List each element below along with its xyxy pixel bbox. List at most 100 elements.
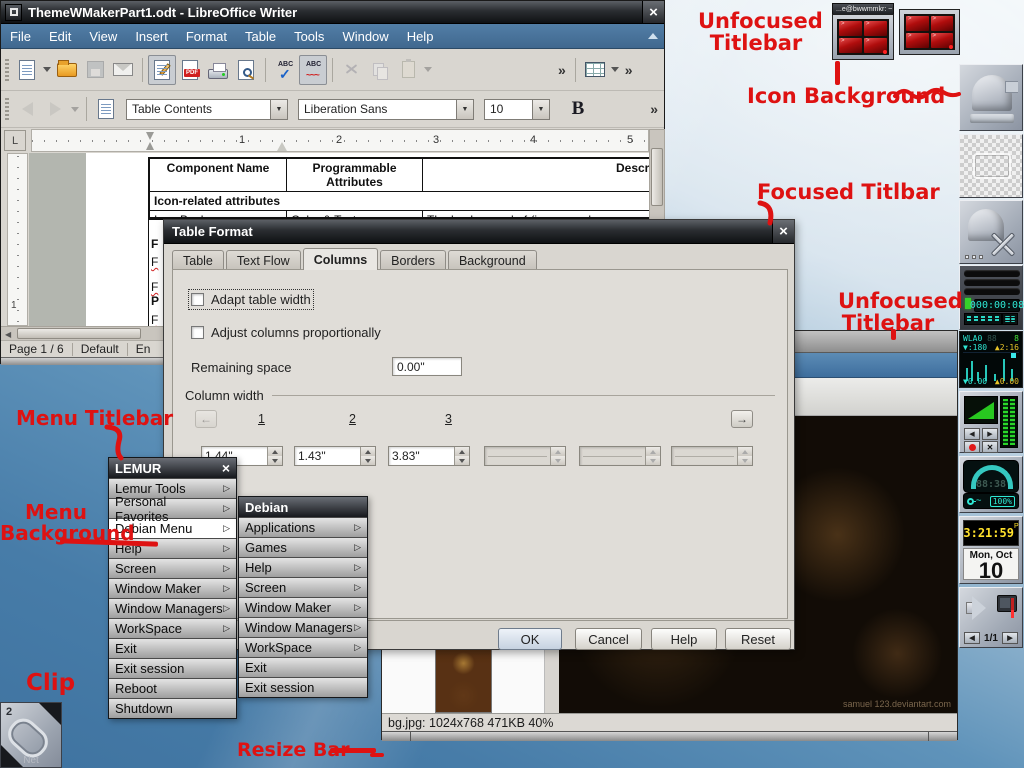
- dialog-titlebar-focused[interactable]: Table Format ×: [164, 220, 794, 244]
- checkbox-box[interactable]: [191, 293, 204, 306]
- menu-file[interactable]: File: [1, 29, 40, 44]
- menu-tools[interactable]: Tools: [285, 29, 333, 44]
- status-page-style[interactable]: Default: [73, 343, 128, 356]
- dock-network-applet[interactable]: WLA0 88 8 ▼:180▲2:16 ▼0.00▲0.00: [959, 331, 1023, 388]
- paragraph-style-combo[interactable]: Table Contents▼: [126, 99, 288, 120]
- scrollbar-thumb[interactable]: [651, 148, 663, 206]
- miniwindow-terminal-2[interactable]: [899, 9, 960, 55]
- columns-forward-button[interactable]: →: [731, 410, 753, 428]
- dock-drawer-applet[interactable]: ◀ 1/1 ▶: [959, 587, 1023, 648]
- status-language[interactable]: En: [128, 343, 159, 356]
- font-name-combo[interactable]: Liberation Sans▼: [298, 99, 474, 120]
- menu-format[interactable]: Format: [177, 29, 236, 44]
- paste-dropdown-icon[interactable]: [424, 67, 432, 72]
- export-pdf-button[interactable]: PDF: [176, 55, 204, 85]
- menu-item-games[interactable]: Games▷: [239, 537, 367, 557]
- menu-edit[interactable]: Edit: [40, 29, 80, 44]
- writer-titlebar[interactable]: ThemeWMakerPart1.odt - LibreOffice Write…: [1, 1, 664, 24]
- dock-clock-applet[interactable]: 3:21:59P Mon, Oct 10: [959, 516, 1023, 584]
- spin-down-icon[interactable]: [361, 456, 375, 465]
- save-button[interactable]: [81, 55, 109, 85]
- print-preview-button[interactable]: [232, 55, 260, 85]
- adapt-table-width-checkbox[interactable]: Adapt table width: [191, 292, 311, 307]
- combo-dropdown-icon[interactable]: ▼: [456, 100, 473, 119]
- reset-button[interactable]: Reset: [725, 628, 791, 650]
- column3-width-spinner[interactable]: 3.83": [388, 446, 470, 466]
- scrollbar-thumb[interactable]: [17, 328, 141, 339]
- menu-item-window-maker[interactable]: Window Maker▷: [109, 578, 236, 598]
- pager-prev-button[interactable]: ◀: [964, 632, 980, 644]
- tab-background[interactable]: Background: [448, 250, 537, 270]
- styles-button[interactable]: [92, 94, 120, 124]
- nav-dropdown-icon[interactable]: [71, 107, 79, 112]
- dock-app-icon[interactable]: [959, 64, 1023, 131]
- menu-item-screen[interactable]: Screen▷: [239, 577, 367, 597]
- menu-item-exit-session[interactable]: Exit session: [239, 677, 367, 697]
- dock-empty-slot[interactable]: [959, 134, 1023, 198]
- new-document-button[interactable]: [13, 55, 41, 85]
- prev-channel-button[interactable]: ◀: [964, 428, 980, 440]
- insert-table-button[interactable]: [581, 55, 609, 85]
- cut-button[interactable]: [338, 55, 366, 85]
- menu-insert[interactable]: Insert: [126, 29, 177, 44]
- menu-titlebar[interactable]: Debian: [239, 497, 367, 517]
- menu-item-reboot[interactable]: Reboot: [109, 678, 236, 698]
- toolbar-overflow-button[interactable]: »: [646, 101, 662, 117]
- spin-down-icon[interactable]: [268, 456, 282, 465]
- spin-up-icon[interactable]: [268, 447, 282, 456]
- paste-button[interactable]: [394, 55, 422, 85]
- open-button[interactable]: [53, 55, 81, 85]
- combo-dropdown-icon[interactable]: ▼: [532, 100, 549, 119]
- status-page[interactable]: Page 1 / 6: [1, 343, 73, 356]
- dock-tools-icon[interactable]: [959, 200, 1023, 264]
- email-button[interactable]: [109, 55, 137, 85]
- dock-battery-applet[interactable]: 88:38 ~ 100%: [959, 456, 1023, 513]
- pager-next-button[interactable]: ▶: [1002, 632, 1018, 644]
- menu-item-workspace[interactable]: WorkSpace▷: [239, 637, 367, 657]
- vertical-ruler[interactable]: 1: [7, 153, 28, 326]
- record-button[interactable]: [964, 441, 980, 453]
- menu-item-applications[interactable]: Applications▷: [239, 517, 367, 537]
- toolbar-overflow-button[interactable]: »: [554, 62, 570, 78]
- menu-help[interactable]: Help: [398, 29, 443, 44]
- menu-item-exit[interactable]: Exit: [109, 638, 236, 658]
- column2-width-spinner[interactable]: 1.43": [294, 446, 376, 466]
- adjust-columns-checkbox[interactable]: Adjust columns proportionally: [191, 325, 381, 340]
- font-size-combo[interactable]: 10▼: [484, 99, 550, 120]
- resize-bar[interactable]: [382, 731, 957, 741]
- menu-item-shutdown[interactable]: Shutdown: [109, 698, 236, 718]
- forward-button[interactable]: [41, 94, 69, 124]
- tab-columns[interactable]: Columns: [303, 248, 378, 270]
- menu-item-exit-session[interactable]: Exit session: [109, 658, 236, 678]
- remaining-space-field[interactable]: 0.00": [392, 357, 462, 376]
- menu-item-window-maker[interactable]: Window Maker▷: [239, 597, 367, 617]
- menu-titlebar[interactable]: LEMUR ×: [109, 458, 236, 478]
- workspace-clip[interactable]: 2 Net: [0, 702, 62, 768]
- next-channel-button[interactable]: ▶: [982, 428, 998, 440]
- column-margin-marker[interactable]: [146, 132, 155, 150]
- dock-timer-applet[interactable]: 000:00:08: [959, 265, 1023, 330]
- ok-button[interactable]: OK: [498, 628, 562, 650]
- back-button[interactable]: [13, 94, 41, 124]
- help-button[interactable]: Help: [651, 628, 717, 650]
- menu-view[interactable]: View: [80, 29, 126, 44]
- menu-item-workspace[interactable]: WorkSpace▷: [109, 618, 236, 638]
- menu-close-icon[interactable]: ×: [222, 460, 230, 476]
- clip-next-arrow[interactable]: [39, 703, 61, 725]
- spin-up-icon[interactable]: [455, 447, 469, 456]
- menu-item-screen[interactable]: Screen▷: [109, 558, 236, 578]
- tab-table[interactable]: Table: [172, 250, 224, 270]
- document-table[interactable]: Component Name Programmable Attributes D…: [148, 157, 649, 220]
- tab-borders[interactable]: Borders: [380, 250, 446, 270]
- spellcheck-button[interactable]: ABC✓: [271, 55, 299, 85]
- menu-table[interactable]: Table: [236, 29, 285, 44]
- bold-button[interactable]: B: [564, 94, 592, 124]
- menu-item-help[interactable]: Help▷: [239, 557, 367, 577]
- menu-item-exit[interactable]: Exit: [239, 657, 367, 677]
- combo-dropdown-icon[interactable]: ▼: [270, 100, 287, 119]
- table-dropdown-icon[interactable]: [611, 67, 619, 72]
- toolbar-grip[interactable]: [5, 59, 9, 81]
- miniwindow-terminal-1[interactable]: ...e@bwwmmkr: ~: [832, 3, 894, 60]
- scroll-left-icon[interactable]: ◀: [5, 330, 11, 339]
- tab-text-flow[interactable]: Text Flow: [226, 250, 301, 270]
